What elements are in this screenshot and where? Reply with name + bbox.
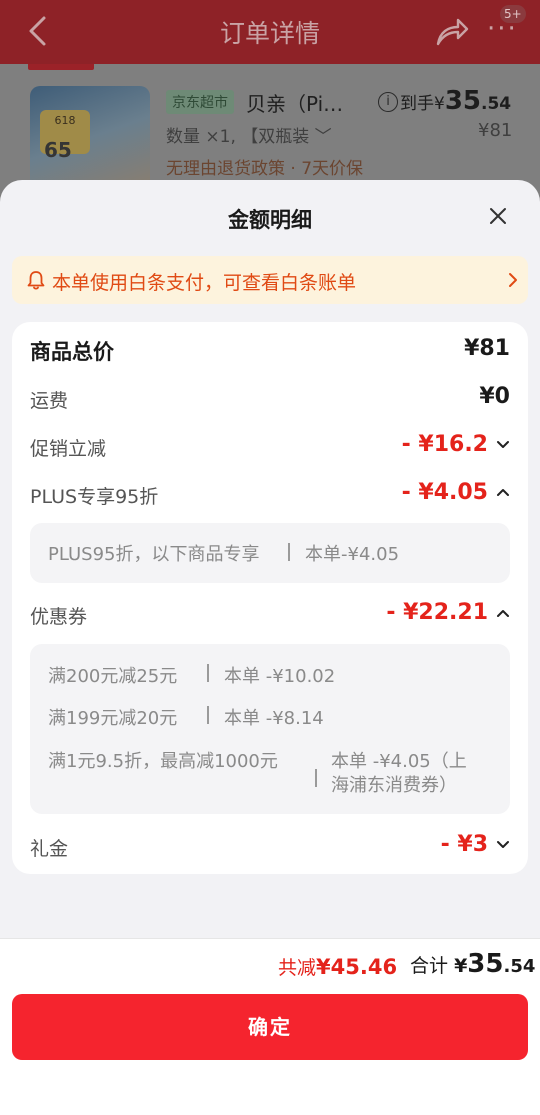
total-label: 合计 [410, 955, 449, 977]
info-icon[interactable]: i [378, 92, 398, 112]
total-saved: 共减¥45.46 [278, 953, 397, 980]
final-price-prefix: 到手¥ [400, 94, 445, 114]
divider [315, 769, 317, 787]
promotion-label[interactable]: 促销立减 [30, 434, 106, 461]
plus-detail-amount: 本单-¥4.05 [305, 544, 400, 565]
close-icon[interactable] [484, 202, 512, 230]
final-price-dec: .54 [481, 94, 512, 114]
order-detail-background: 订单详情 ··· 5+ 618 65 京东超市 贝亲（Pi… i 到手¥35.5… [0, 0, 540, 200]
share-icon[interactable] [434, 14, 470, 48]
coupon-value[interactable]: - ¥22.21 [386, 600, 488, 625]
saved-label: 共减 [278, 957, 317, 979]
message-badge: 5+ [500, 5, 526, 23]
order-total: 合计 ¥35.54 [410, 949, 535, 979]
plus-discount-value[interactable]: - ¥4.05 [402, 480, 488, 505]
plus-detail-box: PLUS95折，以下商品专享 本单-¥4.05 [30, 523, 510, 583]
amount-breakdown-panel: 商品总价 ¥81 运费 ¥0 促销立减 - ¥16.2 PLUS专享95折 - … [12, 322, 528, 874]
shipping-label: 运费 [30, 390, 69, 412]
product-image-number: 65 [44, 138, 72, 162]
chevron-up-icon[interactable] [496, 485, 510, 499]
product-image[interactable]: 618 65 [30, 86, 150, 190]
promotion-value[interactable]: - ¥16.2 [402, 432, 488, 457]
goods-total-value: ¥81 [464, 336, 510, 361]
quantity-spec: 数量 ×1, 【双瓶装 ﹀ [166, 127, 332, 147]
confirm-button[interactable]: 确定 [12, 994, 528, 1060]
total-dec: .54 [503, 956, 536, 977]
goods-total-label: 商品总价 [30, 340, 114, 364]
amount-detail-sheet: 金额明细 本单使用白条支付，可查看白条账单 商品总价 ¥81 运费 ¥0 促销立… [0, 180, 540, 1115]
coupon-detail-desc: 满200元减25元 [48, 666, 178, 687]
shipping-value: ¥0 [479, 384, 510, 409]
original-price: ¥81 [478, 120, 513, 141]
plus-discount-label[interactable]: PLUS专享95折 [30, 482, 158, 509]
notice-text: 本单使用白条支付，可查看白条账单 [52, 272, 357, 294]
shop-name-strip [28, 64, 518, 72]
final-price: 到手¥35.54 [400, 86, 511, 116]
coupon-detail-amount: 本单 -¥8.14 [224, 708, 324, 729]
total-int: 35 [467, 949, 504, 979]
divider [207, 706, 209, 724]
product-name[interactable]: 贝亲（Pi… [246, 88, 343, 117]
chevron-down-icon[interactable] [496, 438, 510, 452]
sheet-title: 金额明细 [228, 208, 312, 232]
total-currency: ¥ [454, 955, 468, 977]
divider [288, 543, 290, 561]
chevron-right-icon [509, 273, 517, 287]
bell-icon [27, 271, 45, 290]
coupon-detail-amount: 本单 -¥10.02 [224, 666, 336, 687]
coupon-detail-desc: 满199元减20元 [48, 708, 178, 729]
gift-value[interactable]: - ¥3 [441, 832, 488, 857]
coupon-label[interactable]: 优惠券 [30, 602, 87, 629]
coupon-detail-desc: 满1元9.5折，最高减1000元 [48, 751, 278, 772]
baitiao-notice[interactable]: 本单使用白条支付，可查看白条账单 [12, 256, 528, 304]
plus-detail-desc: PLUS95折，以下商品专享 [48, 544, 260, 565]
gift-label[interactable]: 礼金 [30, 834, 68, 861]
store-tag: 京东超市 [166, 90, 234, 114]
saved-amount: ¥45.46 [316, 955, 398, 979]
final-price-int: 35 [444, 86, 482, 116]
chevron-down-icon[interactable] [496, 838, 510, 852]
chevron-up-icon[interactable] [496, 606, 510, 620]
coupon-detail-amount-line2: 海浦东消费券） [331, 775, 457, 796]
coupon-detail-amount-line1: 本单 -¥4.05（上 [331, 751, 467, 772]
divider [207, 664, 209, 682]
return-policy: 无理由退货政策 · 7天价保 [166, 159, 364, 179]
coupon-detail-box: 满200元减25元 本单 -¥10.02 满199元减20元 本单 -¥8.14… [30, 644, 510, 814]
sheet-footer: 共减¥45.46 合计 ¥35.54 确定 [0, 938, 540, 1115]
